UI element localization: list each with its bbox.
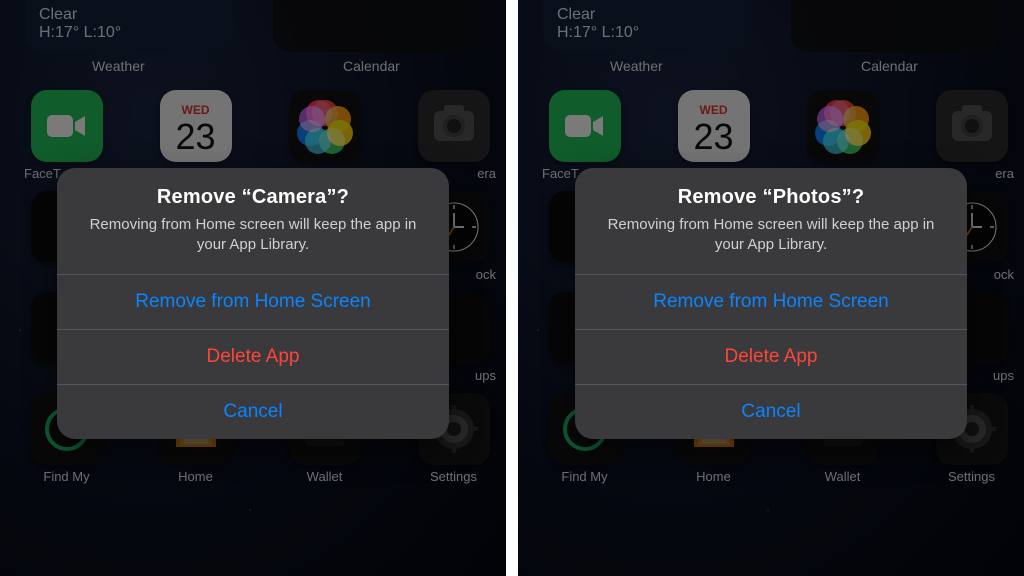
alert-title: Remove “Photos”? [597,186,945,209]
remove-alert: Remove “Camera”? Removing from Home scre… [57,168,449,439]
delete-app-button[interactable]: Delete App [575,329,967,384]
phone-screen-left: Clear H:17° L:10° Weather Calendar FaceT… [0,0,506,576]
delete-app-button[interactable]: Delete App [57,329,449,384]
cancel-button[interactable]: Cancel [575,384,967,439]
remove-alert: Remove “Photos”? Removing from Home scre… [575,168,967,439]
remove-from-home-button[interactable]: Remove from Home Screen [57,274,449,329]
remove-from-home-button[interactable]: Remove from Home Screen [575,274,967,329]
alert-message: Removing from Home screen will keep the … [597,215,945,256]
alert-message: Removing from Home screen will keep the … [79,215,427,256]
cancel-button[interactable]: Cancel [57,384,449,439]
alert-title: Remove “Camera”? [79,186,427,209]
phone-screen-right: Clear H:17° L:10° Weather Calendar FaceT… [518,0,1024,576]
